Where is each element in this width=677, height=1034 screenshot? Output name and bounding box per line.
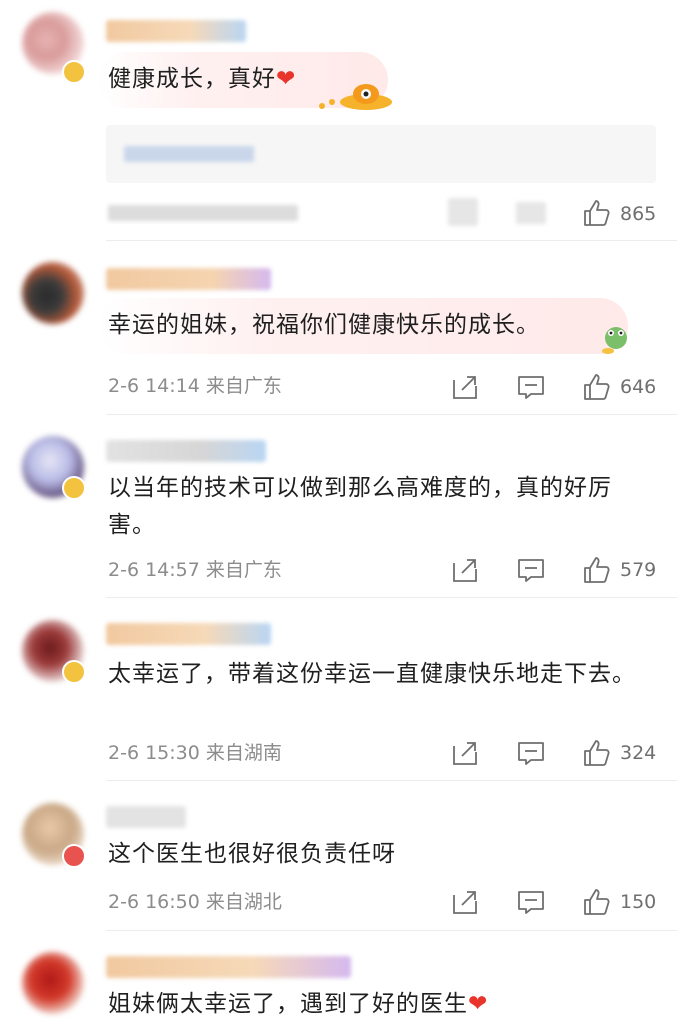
- comment-icon[interactable]: [516, 372, 546, 402]
- avatar[interactable]: [22, 952, 84, 1014]
- thumbs-up-icon[interactable]: [582, 738, 612, 768]
- heart-icon: ❤: [468, 991, 489, 1017]
- meta-blurred: [108, 205, 298, 221]
- username[interactable]: [106, 956, 351, 978]
- comment-meta: 2-6 14:14 来自广东: [108, 375, 282, 397]
- comment-text[interactable]: 幸运的姐妹，祝福你们健康快乐的成长。: [108, 307, 629, 344]
- username[interactable]: [106, 623, 271, 645]
- comment-text-content: 健康成长，真好: [108, 66, 276, 92]
- divider: [106, 240, 677, 241]
- comment-icon[interactable]: [516, 555, 546, 585]
- thumbs-up-icon[interactable]: [582, 198, 612, 228]
- comment-text[interactable]: 这个医生也很好很负责任呀: [108, 836, 629, 873]
- comment-text-content: 姐妹俩太幸运了，遇到了好的医生: [108, 991, 468, 1017]
- comment-text[interactable]: 姐妹俩太幸运了，遇到了好的医生❤: [108, 986, 629, 1023]
- divider: [106, 597, 677, 598]
- comment-text[interactable]: 以当年的技术可以做到那么高难度的，真的好厉害。: [108, 470, 637, 544]
- share-icon[interactable]: [450, 887, 480, 917]
- badge-icon: [62, 844, 86, 868]
- share-icon[interactable]: [450, 738, 480, 768]
- comment-meta: 2-6 14:57 来自广东: [108, 559, 282, 581]
- divider: [106, 414, 677, 415]
- reply-preview[interactable]: [106, 125, 656, 183]
- username[interactable]: [106, 20, 246, 42]
- username[interactable]: [106, 806, 186, 828]
- heart-icon: ❤: [276, 66, 297, 92]
- comment-meta: 2-6 16:50 来自湖北: [108, 891, 282, 913]
- thumbs-up-icon[interactable]: [582, 372, 612, 402]
- username[interactable]: [106, 440, 266, 462]
- comment-meta: 2-6 15:30 来自湖南: [108, 742, 282, 764]
- share-icon[interactable]: [450, 372, 480, 402]
- frog-sticker-icon: [602, 327, 627, 354]
- ufo-sticker-icon: [319, 84, 392, 110]
- badge-icon: [62, 60, 86, 84]
- thumbs-up-icon[interactable]: [582, 555, 612, 585]
- thumbs-up-icon[interactable]: [582, 887, 612, 917]
- like-count: 579: [620, 559, 657, 581]
- divider: [106, 780, 677, 781]
- like-count: 865: [620, 203, 657, 225]
- like-count: 646: [620, 376, 657, 398]
- comment-icon[interactable]: [516, 738, 546, 768]
- username[interactable]: [106, 268, 271, 290]
- avatar[interactable]: [22, 262, 84, 324]
- share-icon[interactable]: [450, 555, 480, 585]
- comment-icon[interactable]: [516, 887, 546, 917]
- badge-icon: [62, 660, 86, 684]
- divider: [106, 930, 677, 931]
- like-count: 150: [620, 891, 657, 913]
- comment-text[interactable]: 太幸运了，带着这份幸运一直健康快乐地走下去。: [108, 656, 637, 693]
- like-count: 324: [620, 742, 657, 764]
- badge-icon: [62, 476, 86, 500]
